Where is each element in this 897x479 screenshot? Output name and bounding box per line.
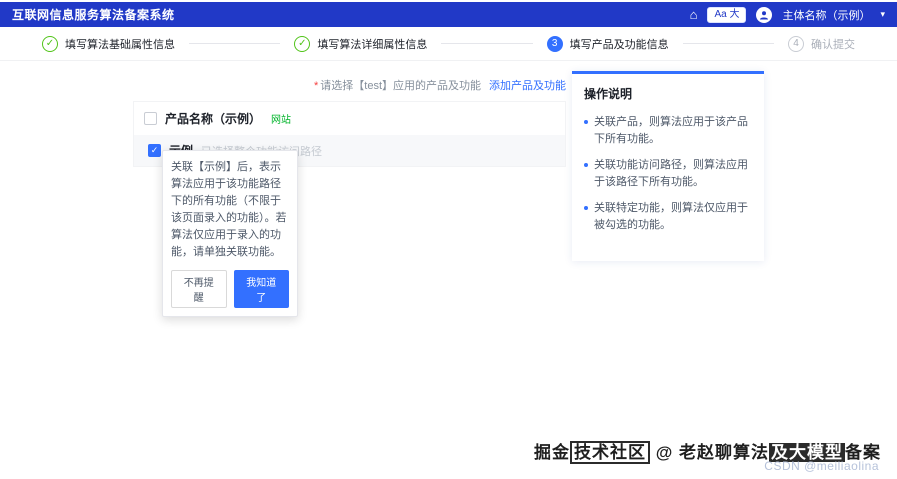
step-2-label: 填写算法详细属性信息 (317, 38, 428, 51)
add-product-link[interactable]: 添加产品及功能 (489, 80, 566, 92)
instruction-item: 关联特定功能，则算法仅应用于被勾选的功能。 (584, 200, 752, 234)
product-selection-area: * 请选择【test】应用的产品及功能 添加产品及功能 产品名称（示例） 网站 ✓ … (133, 67, 566, 318)
instruction-text: 关联功能访问路径，则算法应用于该路径下所有功能。 (594, 159, 748, 189)
user-icon (760, 10, 769, 19)
instruction-item: 关联产品，则算法应用于该产品下所有功能。 (584, 114, 752, 148)
watermark-segment: 掘金 (533, 443, 570, 462)
dismiss-reminder-button[interactable]: 不再提醒 (171, 270, 227, 309)
main-content: * 请选择【test】应用的产品及功能 添加产品及功能 产品名称（示例） 网站 ✓ … (0, 61, 897, 318)
product-box: 产品名称（示例） 网站 ✓ 示例 已选择整个功能访问路径 关联【示例】后，表示算… (133, 101, 566, 318)
step-1-label: 填写算法基础属性信息 (65, 38, 175, 51)
watermark-segment-boxed: 技术社区 (569, 441, 650, 464)
step-connector (441, 43, 533, 44)
app-title: 互联网信息服务算法备案系统 (12, 8, 175, 22)
watermark-segment: @ 老赵聊算法 (649, 443, 769, 462)
select-hint-text: 请选择【test】应用的产品及功能 (320, 80, 481, 92)
product-name: 产品名称（示例） (165, 112, 262, 126)
instructions-panel: 操作说明 关联产品，则算法应用于该产品下所有功能。 关联功能访问路径，则算法应用… (572, 71, 764, 262)
instruction-text: 关联特定功能，则算法仅应用于被勾选的功能。 (594, 202, 748, 232)
tooltip-text: 关联【示例】后，表示算法应用于该功能路径下的所有功能（不限于该页面录入的功能）。… (171, 161, 287, 259)
required-asterisk: * (313, 80, 319, 92)
steps-bar: ✓ 填写算法基础属性信息 ✓ 填写算法详细属性信息 3 填写产品及功能信息 4 … (0, 27, 897, 61)
bullet-dot-icon (584, 120, 588, 124)
home-icon[interactable]: ⌂ (690, 8, 698, 21)
csdn-watermark: CSDN @meiliaolina (764, 459, 879, 473)
instruction-item: 关联功能访问路径，则算法应用于该路径下所有功能。 (584, 157, 752, 191)
instruction-text: 关联产品，则算法应用于该产品下所有功能。 (594, 116, 748, 146)
product-row: 产品名称（示例） 网站 (134, 102, 565, 135)
tooltip-actions: 不再提醒 我知道了 (171, 270, 289, 309)
step-1-check-icon: ✓ (42, 35, 58, 52)
chevron-down-icon[interactable]: ▾ (880, 9, 885, 20)
step-connector (682, 43, 774, 44)
step-1-basic-info: ✓ 填写算法基础属性信息 (42, 35, 175, 52)
step-4-label: 确认提交 (810, 38, 855, 51)
avatar[interactable] (756, 6, 773, 23)
bullet-dot-icon (584, 163, 588, 168)
step-connector (189, 43, 281, 44)
header-actions: ⌂ Aa 大 主体名称（示例） ▾ (690, 6, 885, 23)
step-2-check-icon: ✓ (294, 35, 311, 52)
step-4-confirm-submit: 4 确认提交 (787, 35, 855, 52)
acknowledge-button[interactable]: 我知道了 (233, 270, 289, 309)
step-2-detail-info: ✓ 填写算法详细属性信息 (294, 35, 428, 52)
watermark-area: 掘金 技术社区 @ 老赵聊算法 及大模型 备案 CSDN @meiliaolina (533, 438, 881, 473)
step-4-number-icon: 4 (787, 35, 804, 52)
select-hint-row: * 请选择【test】应用的产品及功能 添加产品及功能 (133, 77, 566, 93)
account-name[interactable]: 主体名称（示例） (782, 7, 870, 23)
feature-association-tooltip: 关联【示例】后，表示算法应用于该功能路径下的所有功能（不限于该页面录入的功能）。… (162, 150, 298, 318)
step-3-number-icon: 3 (546, 35, 563, 52)
product-type-tag: 网站 (271, 115, 292, 126)
instructions-list: 关联产品，则算法应用于该产品下所有功能。 关联功能访问路径，则算法应用于该路径下… (584, 114, 752, 234)
step-3-label: 填写产品及功能信息 (569, 38, 669, 51)
font-size-button[interactable]: Aa 大 (707, 6, 747, 23)
instructions-title: 操作说明 (584, 87, 633, 101)
feature-checkbox[interactable]: ✓ (148, 144, 161, 157)
step-3-product-info: 3 填写产品及功能信息 (546, 35, 669, 52)
bullet-dot-icon (584, 206, 588, 211)
product-checkbox[interactable] (144, 112, 157, 125)
app-header: 互联网信息服务算法备案系统 ⌂ Aa 大 主体名称（示例） ▾ (0, 2, 897, 27)
